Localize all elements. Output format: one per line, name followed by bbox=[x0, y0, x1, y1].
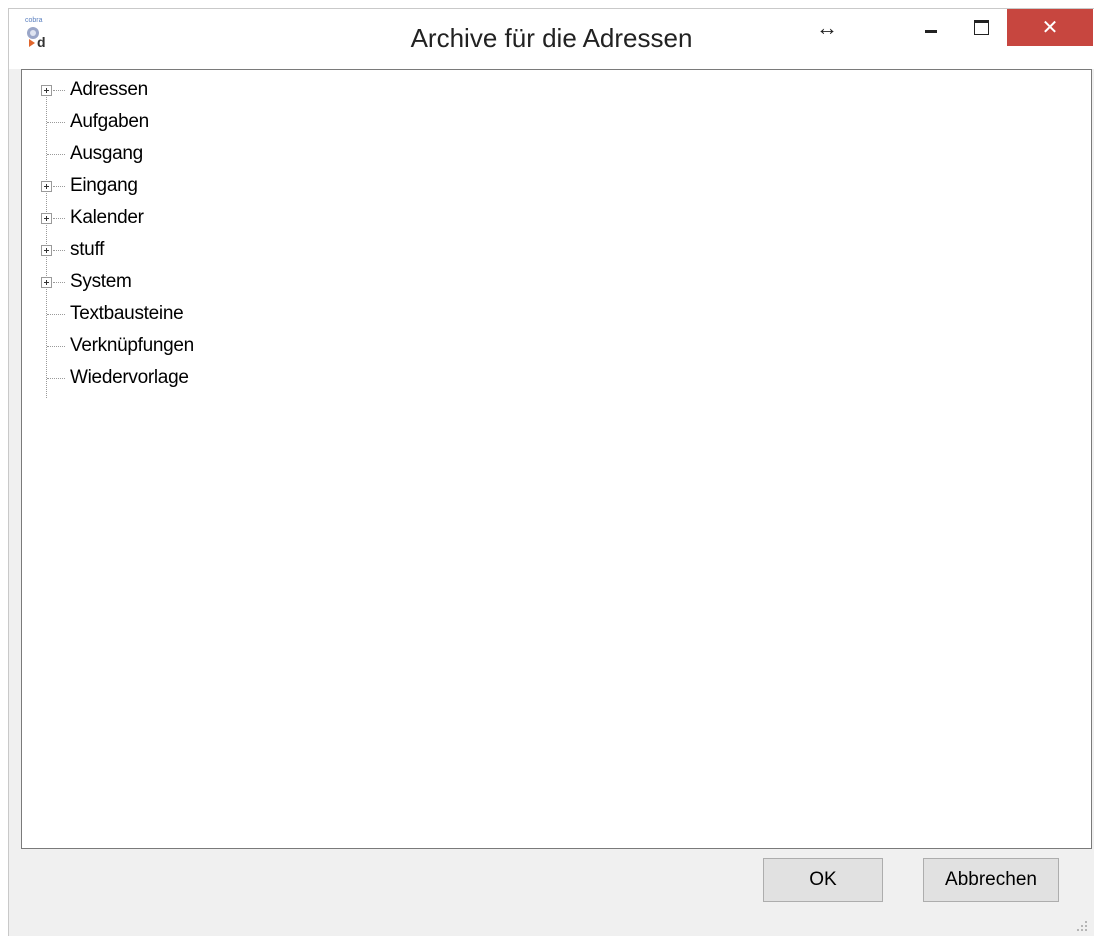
close-icon: ✕ bbox=[1041, 17, 1059, 39]
tree-item-label: stuff bbox=[70, 239, 105, 260]
maximize-button[interactable] bbox=[959, 9, 1003, 45]
dialog-window: cobra d Archive für die Adressen ↔ ✕ Adr… bbox=[8, 8, 1094, 936]
tree-item[interactable]: Textbausteine bbox=[22, 300, 322, 328]
tree-item[interactable]: Wiedervorlage bbox=[22, 364, 322, 392]
tree-branch-line bbox=[53, 90, 65, 91]
tree-branch-line bbox=[47, 154, 65, 155]
tree-item-label: Kalender bbox=[70, 207, 144, 228]
tree-item-label: System bbox=[70, 271, 132, 292]
app-icon: cobra d bbox=[25, 17, 46, 50]
title-bar[interactable]: cobra d Archive für die Adressen ↔ ✕ bbox=[9, 9, 1094, 69]
expand-plus-icon[interactable] bbox=[41, 277, 52, 288]
tree-item[interactable]: stuff bbox=[22, 236, 322, 264]
tree-item-label: Eingang bbox=[70, 175, 138, 196]
app-icon-text: cobra bbox=[25, 17, 43, 24]
tree-item[interactable]: Adressen bbox=[22, 76, 322, 104]
minimize-icon bbox=[925, 29, 937, 33]
expand-plus-icon[interactable] bbox=[41, 213, 52, 224]
expand-plus-icon[interactable] bbox=[41, 181, 52, 192]
tree-branch-line bbox=[53, 250, 65, 251]
maximize-icon bbox=[973, 19, 989, 35]
tree-item[interactable]: Aufgaben bbox=[22, 108, 322, 136]
svg-text:d: d bbox=[37, 34, 46, 50]
tree-item-label: Adressen bbox=[70, 79, 148, 100]
tree-item-label: Verknüpfungen bbox=[70, 335, 194, 356]
tree-branch-line bbox=[47, 314, 65, 315]
tree-branch-line bbox=[47, 122, 65, 123]
tree-item-label: Wiedervorlage bbox=[70, 367, 189, 388]
archive-tree[interactable]: Adressen Aufgaben Ausgang Eingang Kalender st… bbox=[21, 69, 1092, 849]
resize-arrows-icon[interactable]: ↔ bbox=[807, 13, 847, 43]
tree-item[interactable]: Eingang bbox=[22, 172, 322, 200]
tree-branch-line bbox=[53, 282, 65, 283]
tree-branch-line bbox=[47, 346, 65, 347]
tree-item-label: Ausgang bbox=[70, 143, 143, 164]
tree-branch-line bbox=[53, 186, 65, 187]
tree-item[interactable]: Ausgang bbox=[22, 140, 322, 168]
expand-plus-icon[interactable] bbox=[41, 245, 52, 256]
expand-plus-icon[interactable] bbox=[41, 85, 52, 96]
tree-item-label: Aufgaben bbox=[70, 111, 149, 132]
window-title: Archive für die Adressen bbox=[410, 23, 693, 53]
tree-branch-line bbox=[53, 218, 65, 219]
tree-item-label: Textbausteine bbox=[70, 303, 184, 324]
ok-button[interactable]: OK bbox=[763, 858, 883, 902]
cancel-button[interactable]: Abbrechen bbox=[923, 858, 1059, 902]
close-button[interactable]: ✕ bbox=[1007, 9, 1093, 46]
minimize-button[interactable] bbox=[909, 9, 953, 45]
resize-grip-icon[interactable] bbox=[1076, 920, 1088, 932]
tree-branch-line bbox=[47, 378, 65, 379]
tree-item[interactable]: Kalender bbox=[22, 204, 322, 232]
tree-item[interactable]: Verknüpfungen bbox=[22, 332, 322, 360]
tree-item[interactable]: System bbox=[22, 268, 322, 296]
